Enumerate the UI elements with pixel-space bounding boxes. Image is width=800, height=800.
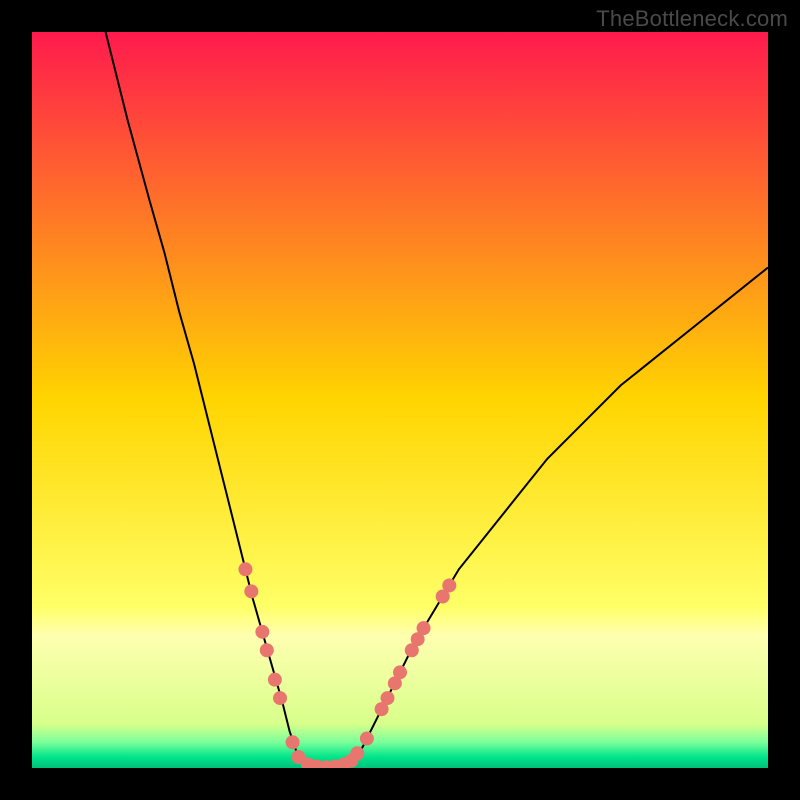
highlight-dot [255,625,269,639]
highlight-dot [273,691,287,705]
chart-plot-area [32,32,768,768]
chart-background [32,32,768,768]
highlight-dot [380,691,394,705]
highlight-dot [350,746,364,760]
highlight-dot [260,643,274,657]
highlight-dot [244,584,258,598]
highlight-dot [238,562,252,576]
highlight-dot [286,735,300,749]
highlight-dot [442,578,456,592]
watermark-text: TheBottleneck.com [596,6,788,32]
highlight-dot [417,621,431,635]
highlight-dot [268,673,282,687]
highlight-dot [393,665,407,679]
highlight-dot [360,732,374,746]
chart-svg [32,32,768,768]
